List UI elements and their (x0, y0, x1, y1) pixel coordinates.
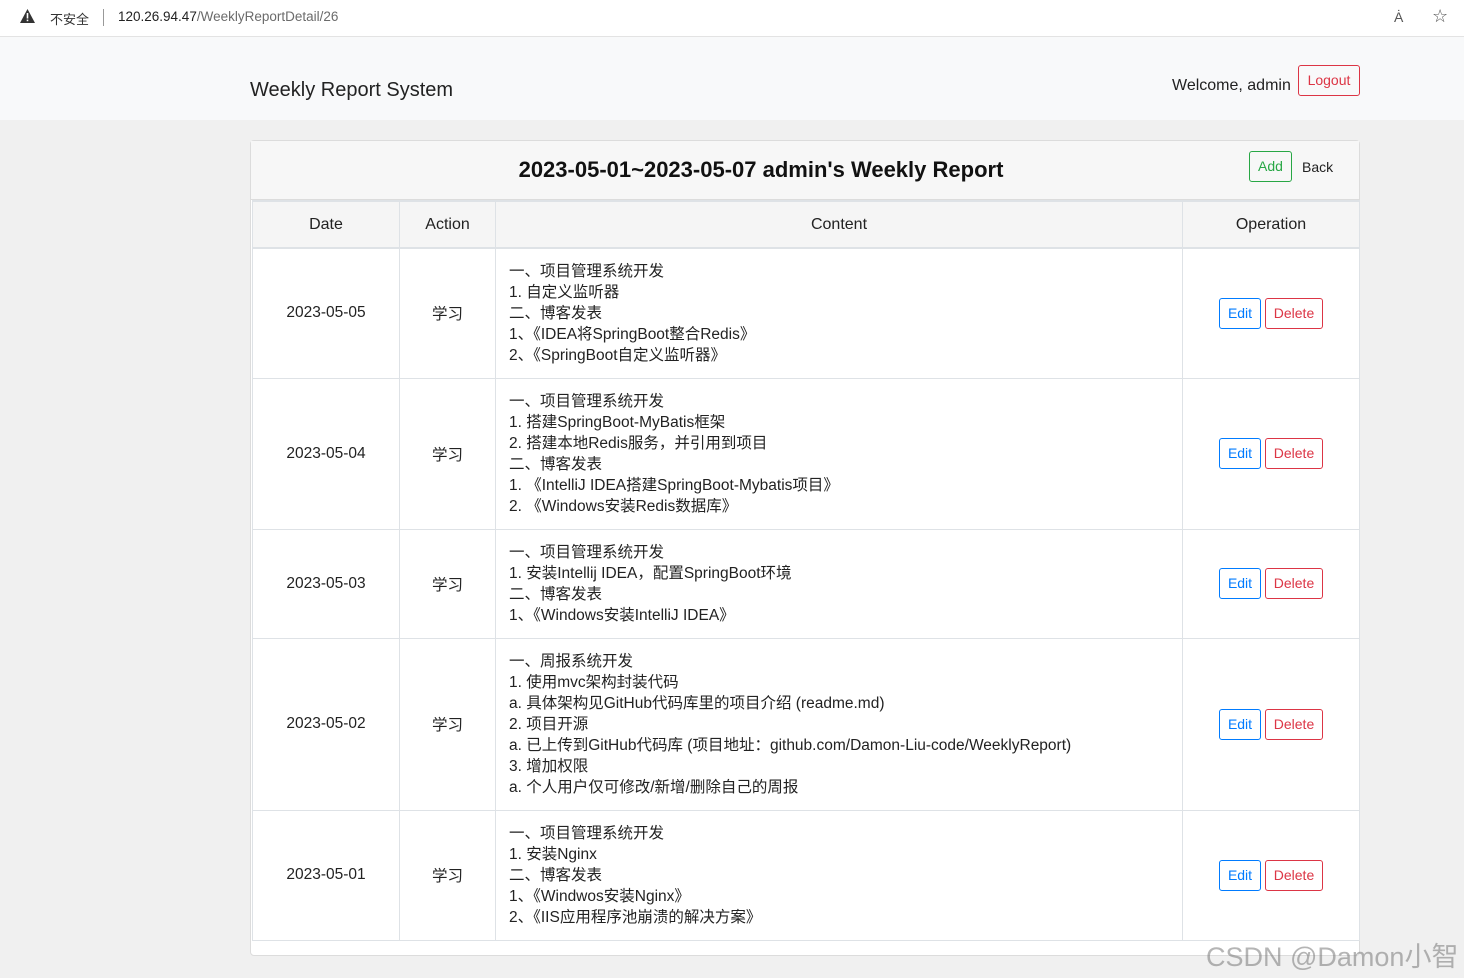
table-row: 2023-05-04 学习 一、项目管理系统开发 1. 搭建SpringBoot-My… (252, 377, 1360, 530)
content-line: 2. 搭建本地Redis服务，并引用到项目 (509, 434, 768, 452)
row-action: 学习 (399, 809, 496, 941)
content-line: 1、《Windows安装IntelliJ IDEA》 (509, 606, 735, 624)
favorite-star-icon[interactable]: ☆ (1432, 6, 1448, 27)
edit-button[interactable]: Edit (1219, 859, 1261, 891)
content-line: 一、项目管理系统开发 (509, 543, 665, 561)
content-line: 一、项目管理系统开发 (509, 824, 665, 842)
row-action: 学习 (399, 247, 496, 379)
card-header: 2023-05-01~2023-05-07 admin's Weekly Rep… (251, 141, 1359, 200)
content-line: 1. 《IntelliJ IDEA搭建SpringBoot-Mybatis项目》 (509, 476, 839, 494)
row-date: 2023-05-04 (252, 377, 400, 530)
content-line: 2. 《Windows安装Redis数据库》 (509, 497, 738, 515)
row-operations: Edit Delete (1182, 637, 1360, 811)
delete-button[interactable]: Delete (1265, 438, 1323, 469)
delete-button[interactable]: Delete (1265, 708, 1323, 740)
edit-button[interactable]: Edit (1219, 708, 1261, 740)
row-date: 2023-05-01 (252, 809, 400, 941)
browser-address-bar: 不安全 120.26.94.47/WeeklyReportDetail/26 A… (0, 0, 1464, 37)
table-row: 2023-05-03 学习 一、项目管理系统开发 1. 安装Intellij IDEA… (252, 528, 1360, 639)
content-line: 2、《IIS应用程序池崩溃的解决方案》 (509, 908, 762, 926)
security-status-label[interactable]: 不安全 (50, 9, 89, 28)
content-line: 2. 项目开源 (509, 715, 589, 733)
report-title: 2023-05-01~2023-05-07 admin's Weekly Rep… (518, 157, 1004, 182)
brand-title[interactable]: Weekly Report System (250, 79, 453, 102)
welcome-text: Welcome, admin (1172, 77, 1291, 94)
back-link[interactable]: Back (1302, 159, 1333, 175)
row-action: 学习 (399, 637, 496, 811)
column-header-action: Action (399, 200, 496, 249)
content-line: 1、《IDEA将SpringBoot整合Redis》 (509, 325, 756, 343)
content-line: 一、项目管理系统开发 (509, 392, 665, 410)
row-operations: Edit Delete (1182, 809, 1360, 941)
report-card: 2023-05-01~2023-05-07 admin's Weekly Rep… (250, 140, 1360, 956)
row-content: 一、项目管理系统开发 1. 安装Nginx 二、博客发表 1、《Windwos安装Ng… (495, 809, 1183, 941)
logout-button[interactable]: Logout (1298, 65, 1360, 96)
content-line: 一、项目管理系统开发 (509, 262, 665, 280)
content-line: 2、《SpringBoot自定义监听器》 (509, 346, 727, 364)
read-aloud-icon[interactable]: Ȧ (1394, 9, 1403, 25)
report-table: Date Action Content Operation 2023-05-05… (252, 200, 1360, 941)
content-line: 二、博客发表 (509, 455, 603, 473)
row-content: 一、周报系统开发 1. 使用mvc架构封装代码 a. 具体架构见GitHub代码库里… (495, 637, 1183, 811)
table-body: 2023-05-05 学习 一、项目管理系统开发 1. 自定义监听器 二、博客发表 1、《… (252, 247, 1360, 941)
delete-button[interactable]: Delete (1265, 297, 1323, 329)
content-line: 二、博客发表 (509, 304, 603, 322)
edit-button[interactable]: Edit (1219, 438, 1261, 469)
content-line: 1. 搭建SpringBoot-MyBatis框架 (509, 413, 726, 431)
table-row: 2023-05-01 学习 一、项目管理系统开发 1. 安装Nginx 二、博客发表 1、… (252, 809, 1360, 941)
content-line: 1. 使用mvc架构封装代码 (509, 673, 679, 691)
column-header-date: Date (252, 200, 400, 249)
url-path: /WeeklyReportDetail/26 (196, 9, 339, 24)
content-line: 1. 安装Intellij IDEA，配置SpringBoot环境 (509, 564, 792, 582)
content-line: a. 个人用户仅可修改/新增/删除自己的周报 (509, 778, 799, 796)
content-line: 1. 自定义监听器 (509, 283, 620, 301)
row-date: 2023-05-02 (252, 637, 400, 811)
row-content: 一、项目管理系统开发 1. 安装Intellij IDEA，配置SpringBoo… (495, 528, 1183, 639)
row-operations: Edit Delete (1182, 247, 1360, 379)
column-header-operation: Operation (1182, 200, 1360, 249)
content-line: 一、周报系统开发 (509, 652, 634, 670)
add-button[interactable]: Add (1249, 151, 1292, 182)
content-line: 1. 安装Nginx (509, 845, 597, 863)
watermark-text: CSDN @Damon小智 (1206, 942, 1459, 972)
row-operations: Edit Delete (1182, 377, 1360, 530)
content-line: 1、《Windwos安装Nginx》 (509, 887, 690, 905)
content-line: 二、博客发表 (509, 866, 603, 884)
row-content: 一、项目管理系统开发 1. 搭建SpringBoot-MyBatis框架 2. 搭建… (495, 377, 1183, 530)
delete-button[interactable]: Delete (1265, 859, 1323, 891)
app-header: Weekly Report System Welcome, admin Logo… (0, 37, 1464, 120)
row-operations: Edit Delete (1182, 528, 1360, 639)
content-line: 3. 增加权限 (509, 757, 589, 775)
row-date: 2023-05-05 (252, 247, 400, 379)
table-row: 2023-05-05 学习 一、项目管理系统开发 1. 自定义监听器 二、博客发表 1、《… (252, 247, 1360, 379)
warning-icon[interactable] (19, 8, 36, 24)
edit-button[interactable]: Edit (1219, 568, 1261, 599)
url-host: 120.26.94.47 (118, 9, 197, 24)
content-line: 二、博客发表 (509, 585, 603, 603)
delete-button[interactable]: Delete (1265, 568, 1323, 599)
edit-button[interactable]: Edit (1219, 297, 1261, 329)
table-row: 2023-05-02 学习 一、周报系统开发 1. 使用mvc架构封装代码 a. 具体架… (252, 637, 1360, 811)
row-action: 学习 (399, 528, 496, 639)
row-content: 一、项目管理系统开发 1. 自定义监听器 二、博客发表 1、《IDEA将SpringB… (495, 247, 1183, 379)
row-date: 2023-05-03 (252, 528, 400, 639)
column-header-content: Content (495, 200, 1183, 249)
table-header-row: Date Action Content Operation (252, 200, 1360, 249)
address-divider (103, 9, 104, 26)
content-line: a. 已上传到GitHub代码库 (项目地址：github.com/Damon-… (509, 736, 1072, 754)
row-action: 学习 (399, 377, 496, 530)
content-line: a. 具体架构见GitHub代码库里的项目介绍 (readme.md) (509, 694, 885, 712)
url-text[interactable]: 120.26.94.47/WeeklyReportDetail/26 (118, 9, 338, 24)
